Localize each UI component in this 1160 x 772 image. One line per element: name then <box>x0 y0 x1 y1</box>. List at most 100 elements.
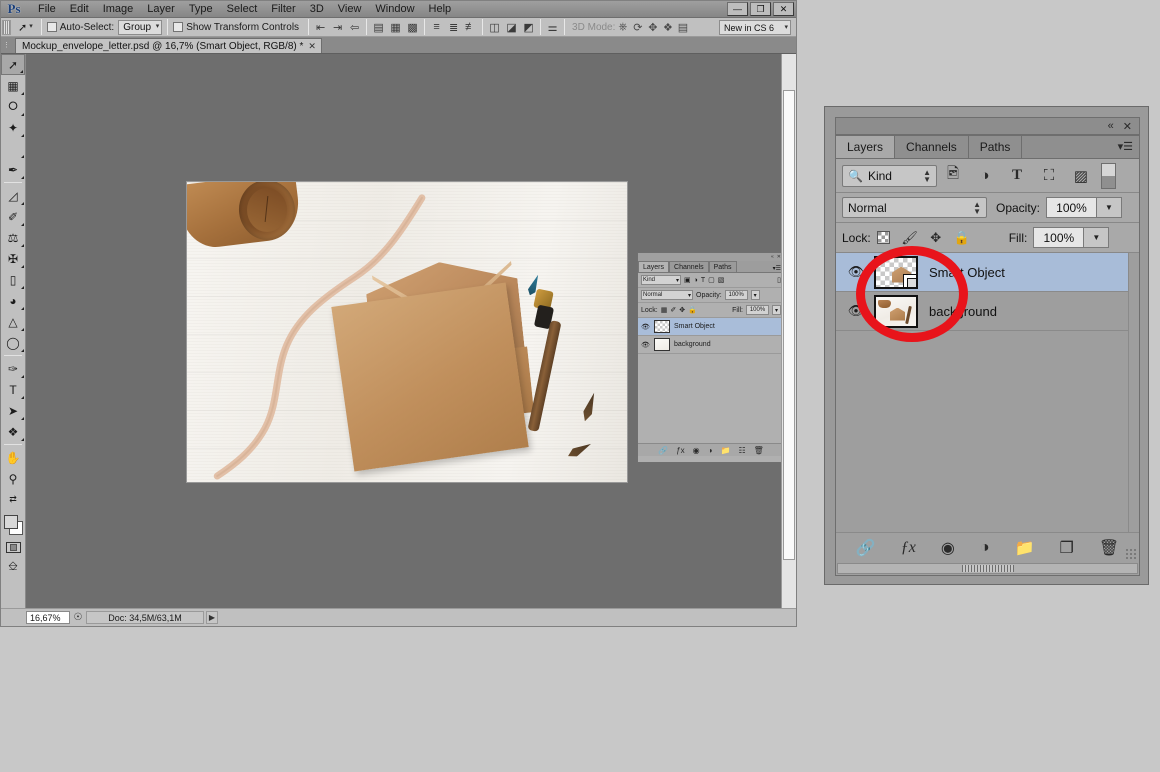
fill-slider-chevron-icon[interactable]: ▼ <box>1084 227 1109 248</box>
embedded-lock-transparent-icon[interactable]: ▦ <box>661 306 668 314</box>
align-top-edges-icon[interactable]: ⇤ <box>314 21 327 34</box>
tab-layers[interactable]: Layers <box>836 136 895 158</box>
filter-kind-dropdown[interactable]: 🔍 Kind ▲▼ <box>842 165 937 187</box>
opacity-value-field[interactable]: 100% <box>1046 197 1097 218</box>
scale-3d-object-icon[interactable]: ▤ <box>675 21 690 34</box>
slide-3d-object-icon[interactable]: ❖ <box>660 21 675 34</box>
canvas-vertical-scrollbar[interactable] <box>781 54 796 608</box>
embedded-opacity-value[interactable]: 100% <box>725 290 748 300</box>
embedded-eye-icon-background[interactable]: 👁 <box>641 341 650 349</box>
embedded-layer-row-smart-object[interactable]: 👁 Smart Object <box>638 318 784 336</box>
embedded-layer-row-background[interactable]: 👁 background <box>638 336 784 354</box>
embedded-delete-layer-icon[interactable]: 🗑 <box>754 446 764 455</box>
embedded-layers-panel[interactable]: « ✕ Layers Channels Paths ▾☰ Kind ▾ ▣ ◑ <box>637 252 785 463</box>
menu-view[interactable]: View <box>331 2 369 17</box>
embedded-filter-adjustment-icon[interactable]: ◑ <box>694 277 698 284</box>
filter-enable-toggle[interactable] <box>1101 163 1116 189</box>
lasso-tool[interactable]: ⭘ <box>1 96 25 117</box>
auto-select-checkbox[interactable] <box>47 22 57 32</box>
spot-healing-brush-tool[interactable]: ◿ <box>1 185 25 206</box>
panel-collapse-icon[interactable]: « <box>1108 120 1114 132</box>
align-vertical-centers-icon[interactable]: ⇥ <box>331 21 344 34</box>
menu-window[interactable]: Window <box>368 2 421 17</box>
document-tab[interactable]: Mockup_envelope_letter.psd @ 16,7% (Smar… <box>15 38 322 53</box>
link-layers-icon[interactable]: 🔗 <box>856 538 876 558</box>
menu-layer[interactable]: Layer <box>140 2 182 17</box>
tab-strip-grip[interactable]: ⋮ <box>2 36 11 53</box>
embedded-lock-image-icon[interactable]: ✐ <box>670 306 676 314</box>
embedded-link-layers-icon[interactable]: 🔗 <box>658 446 668 455</box>
embedded-add-layer-mask-icon[interactable]: ◉ <box>693 446 700 455</box>
horizontal-type-tool[interactable]: T <box>1 379 25 400</box>
filter-adjustment-layers-icon[interactable]: ◑ <box>969 163 1001 189</box>
status-options-icon[interactable]: ☉ <box>70 612 86 623</box>
panel-bottom-grip[interactable] <box>837 563 1138 574</box>
auto-align-layers-icon[interactable]: ⚌ <box>546 21 559 34</box>
embedded-filter-smart-object-icon[interactable]: ▧ <box>718 276 725 284</box>
filter-smart-object-layers-icon[interactable]: ▨ <box>1065 163 1097 189</box>
embedded-opacity-chevron-icon[interactable]: ▾ <box>751 290 760 300</box>
lock-position-icon[interactable]: ✥ <box>923 227 949 249</box>
layer-thumbnail-background[interactable] <box>874 295 918 328</box>
distribute-horizontal-center-icon[interactable]: ◪ <box>505 21 518 34</box>
panel-resize-grip[interactable] <box>1125 548 1136 559</box>
panel-menu-icon[interactable]: ▾☰ <box>1118 140 1133 153</box>
layer-list-scrollbar[interactable] <box>1128 253 1139 532</box>
distribute-right-icon[interactable]: ◩ <box>522 21 535 34</box>
layer-row-background[interactable]: 👁 background <box>836 292 1139 331</box>
lock-transparent-pixels-icon[interactable] <box>871 227 897 249</box>
tab-paths[interactable]: Paths <box>969 136 1023 158</box>
zoom-level-field[interactable]: 16,67% <box>26 611 70 624</box>
menu-select[interactable]: Select <box>220 2 265 17</box>
history-brush-tool[interactable]: ✠ <box>1 248 25 269</box>
layer-row-smart-object[interactable]: 👁 Smart Object <box>836 253 1139 292</box>
lock-all-icon[interactable]: 🔒 <box>949 227 975 249</box>
show-transform-controls-checkbox[interactable] <box>173 22 183 32</box>
distribute-top-icon[interactable]: ≡ <box>430 21 443 34</box>
menu-image[interactable]: Image <box>96 2 141 17</box>
distribute-left-icon[interactable]: ◫ <box>488 21 501 34</box>
embedded-fill-value[interactable]: 100% <box>746 305 769 315</box>
eraser-tool[interactable]: ▯ <box>1 269 25 290</box>
embedded-new-layer-icon[interactable]: ☷ <box>738 446 745 455</box>
new-layer-icon[interactable]: ❐ <box>1059 538 1073 558</box>
custom-shape-tool[interactable]: ❖ <box>1 421 25 442</box>
tab-channels[interactable]: Channels <box>895 136 969 158</box>
close-button[interactable]: ✕ <box>773 2 794 16</box>
opacity-slider-chevron-icon[interactable]: ▼ <box>1097 197 1122 218</box>
menu-type[interactable]: Type <box>182 2 220 17</box>
roll-3d-object-icon[interactable]: ⟳ <box>630 21 645 34</box>
eyedropper-tool[interactable]: ✒ <box>1 159 25 180</box>
default-swap-colors-icon[interactable]: ⇄ <box>1 489 25 510</box>
embedded-collapse-icon[interactable]: « <box>771 254 774 260</box>
embedded-new-adjustment-layer-icon[interactable]: ◑ <box>708 446 713 455</box>
embedded-filter-pixel-icon[interactable]: ▣ <box>684 276 691 284</box>
add-layer-mask-icon[interactable]: ◉ <box>941 538 955 558</box>
align-right-edges-icon[interactable]: ▩ <box>406 21 419 34</box>
menu-help[interactable]: Help <box>422 2 459 17</box>
workspace-switcher-dropdown[interactable]: New in CS 6 ▾ <box>719 20 791 35</box>
screen-mode-toggle[interactable]: ⎒ <box>1 556 25 577</box>
layer-thumbnail-smart-object[interactable] <box>874 256 918 289</box>
embedded-filter-shape-icon[interactable]: ▢ <box>708 276 715 284</box>
embedded-add-layer-style-icon[interactable]: ƒx <box>676 446 684 455</box>
rotate-3d-object-icon[interactable]: ⎈ <box>615 21 630 34</box>
blur-tool[interactable]: △ <box>1 311 25 332</box>
drag-3d-object-icon[interactable]: ✥ <box>645 21 660 34</box>
fill-value-field[interactable]: 100% <box>1033 227 1084 248</box>
embedded-tab-layers[interactable]: Layers <box>638 261 669 272</box>
blend-mode-dropdown[interactable]: Normal ▲▼ <box>842 197 987 218</box>
embedded-filter-type-icon[interactable]: T <box>701 277 705 284</box>
minimize-button[interactable]: — <box>727 2 748 16</box>
align-horizontal-centers-icon[interactable]: ▦ <box>389 21 402 34</box>
new-group-icon[interactable]: 📁 <box>1015 538 1035 558</box>
rectangular-marquee-tool[interactable]: ▦ <box>1 75 25 96</box>
canvas-area[interactable]: « ✕ Layers Channels Paths ▾☰ Kind ▾ ▣ ◑ <box>26 54 796 608</box>
dodge-tool[interactable]: ◯ <box>1 332 25 353</box>
embedded-kind-dropdown[interactable]: Kind ▾ <box>641 275 681 285</box>
align-left-edges-icon[interactable]: ▤ <box>372 21 385 34</box>
move-tool[interactable]: ➚ <box>1 54 25 75</box>
clone-stamp-tool[interactable]: ⚖ <box>1 227 25 248</box>
menu-edit[interactable]: Edit <box>63 2 96 17</box>
filter-pixel-layers-icon[interactable]: 🖻 <box>937 163 969 189</box>
